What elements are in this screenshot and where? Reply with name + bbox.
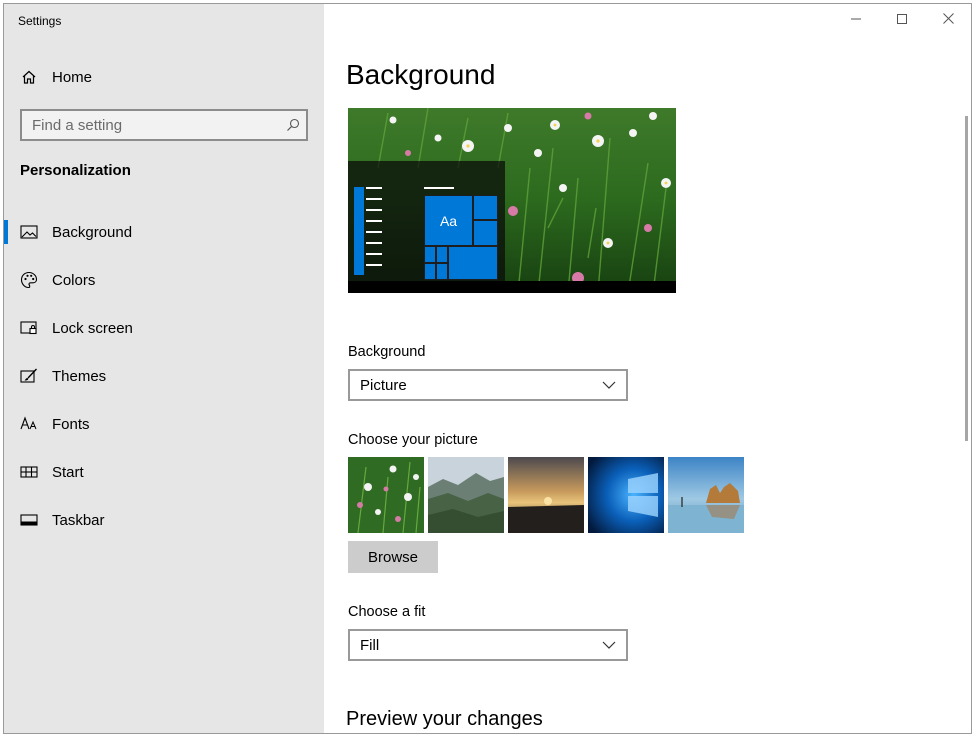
tile bbox=[436, 246, 448, 263]
chevron-down-icon bbox=[602, 376, 616, 394]
sidebar-item-fonts[interactable]: Fonts bbox=[4, 400, 324, 448]
chevron-down-icon bbox=[602, 636, 616, 654]
maximize-icon bbox=[897, 11, 907, 29]
close-icon bbox=[942, 11, 954, 29]
section-title: Personalization bbox=[20, 162, 131, 179]
choose-picture-label: Choose your picture bbox=[348, 432, 478, 448]
sidebar-item-taskbar[interactable]: Taskbar bbox=[4, 496, 324, 544]
sidebar-item-label: Taskbar bbox=[52, 511, 105, 529]
taskbar-mock bbox=[348, 281, 676, 293]
sidebar-item-lock-screen[interactable]: Lock screen bbox=[4, 304, 324, 352]
settings-window: Settings Home Personalization Background bbox=[3, 3, 972, 734]
sidebar-item-background[interactable]: Background bbox=[4, 208, 324, 256]
tile bbox=[473, 220, 498, 246]
preview-heading: Preview your changes bbox=[346, 708, 543, 730]
picture-icon bbox=[20, 223, 38, 241]
thumbnail-mountain-valley[interactable] bbox=[428, 457, 504, 533]
start-list-mock bbox=[354, 187, 364, 275]
sidebar-item-label: Start bbox=[52, 463, 84, 481]
thumbnail-wildflowers[interactable] bbox=[348, 457, 424, 533]
tile bbox=[473, 195, 498, 220]
fonts-icon bbox=[20, 415, 38, 433]
palette-icon bbox=[20, 271, 38, 289]
sidebar-item-start[interactable]: Start bbox=[4, 448, 324, 496]
sidebar-nav: Background Colors Lock screen Themes Fon… bbox=[4, 208, 324, 544]
home-label: Home bbox=[52, 68, 93, 86]
start-header-mock bbox=[424, 187, 454, 189]
sidebar-item-label: Colors bbox=[52, 271, 96, 289]
sidebar-item-label: Fonts bbox=[52, 415, 90, 433]
home-icon bbox=[20, 68, 38, 86]
tile bbox=[424, 263, 436, 280]
thumbnail-windows-logo[interactable] bbox=[588, 457, 664, 533]
thumbnail-sunset-coast[interactable] bbox=[508, 457, 584, 533]
search-icon[interactable] bbox=[280, 111, 306, 139]
tile bbox=[436, 263, 448, 280]
taskbar-icon bbox=[20, 511, 38, 529]
fit-dropdown[interactable]: Fill bbox=[348, 629, 628, 661]
search-input[interactable] bbox=[22, 111, 280, 139]
minimize-icon bbox=[851, 11, 861, 29]
start-grid-icon bbox=[20, 463, 38, 481]
sidebar-item-colors[interactable]: Colors bbox=[4, 256, 324, 304]
search-box[interactable] bbox=[20, 109, 308, 141]
sidebar-item-label: Themes bbox=[52, 367, 107, 385]
maximize-button[interactable] bbox=[879, 4, 925, 36]
tiles-mock: Aa bbox=[424, 195, 499, 281]
start-menu-mock: Aa bbox=[348, 161, 505, 281]
desktop-preview: Aa bbox=[348, 108, 676, 293]
themes-brush-icon bbox=[20, 367, 38, 385]
page-title: Background bbox=[346, 59, 496, 90]
background-dropdown[interactable]: Picture bbox=[348, 369, 628, 401]
lock-screen-icon bbox=[20, 319, 38, 337]
close-button[interactable] bbox=[925, 4, 971, 36]
sidebar: Settings Home Personalization Background bbox=[4, 4, 324, 733]
app-title: Settings bbox=[18, 14, 62, 28]
choose-fit-label: Choose a fit bbox=[348, 604, 426, 620]
background-dropdown-value: Picture bbox=[360, 376, 407, 394]
tile bbox=[424, 246, 436, 263]
tile-aa: Aa bbox=[424, 195, 473, 246]
browse-button[interactable]: Browse bbox=[348, 541, 438, 573]
sidebar-item-themes[interactable]: Themes bbox=[4, 352, 324, 400]
scrollbar[interactable] bbox=[965, 116, 968, 441]
home-link[interactable]: Home bbox=[20, 66, 92, 88]
main-content: Background Aa Background Picture Choose … bbox=[324, 4, 971, 733]
background-label: Background bbox=[348, 344, 426, 360]
minimize-button[interactable] bbox=[833, 4, 879, 36]
sidebar-item-label: Background bbox=[52, 223, 133, 241]
picture-thumbnails bbox=[348, 457, 748, 533]
fit-dropdown-value: Fill bbox=[360, 636, 380, 654]
window-controls bbox=[833, 4, 971, 36]
start-lines-mock bbox=[366, 187, 382, 275]
sidebar-item-label: Lock screen bbox=[52, 319, 133, 337]
thumbnail-beach-rocks[interactable] bbox=[668, 457, 744, 533]
tile bbox=[448, 246, 498, 280]
